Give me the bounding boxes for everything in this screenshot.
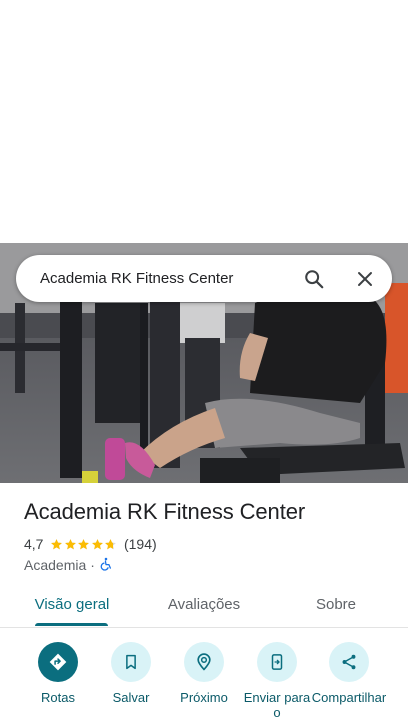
- send-to-phone-button[interactable]: Enviar para o: [239, 640, 315, 720]
- bookmark-icon: [111, 642, 151, 682]
- star-icon: [78, 538, 90, 549]
- close-icon[interactable]: [352, 266, 378, 292]
- tabs-divider: [0, 627, 408, 628]
- send-to-phone-label: Enviar para o: [243, 690, 311, 720]
- search-bar[interactable]: Academia RK Fitness Center: [16, 255, 392, 302]
- share-label: Compartilhar: [311, 690, 387, 705]
- star-icon: [65, 538, 76, 549]
- place-title: Academia RK Fitness Center: [24, 499, 306, 524]
- search-query[interactable]: Academia RK Fitness Center: [40, 255, 233, 302]
- save-label: Salvar: [112, 690, 150, 705]
- action-buttons: Rotas Salvar Próximo Enviar para o Compa…: [0, 640, 408, 726]
- share-button[interactable]: Compartilhar: [311, 640, 387, 705]
- nearby-label: Próximo: [180, 690, 228, 705]
- tab-reviews[interactable]: Avaliações: [156, 586, 252, 626]
- search-icon[interactable]: [301, 266, 327, 292]
- tab-bar: Visão geral Avaliações Sobre: [0, 586, 408, 628]
- directions-label: Rotas: [41, 690, 75, 705]
- star-icon: [51, 538, 63, 549]
- directions-icon: [38, 642, 78, 682]
- nearby-button[interactable]: Próximo: [166, 640, 242, 705]
- wheelchair-icon: [99, 557, 113, 574]
- separator: ·: [90, 557, 95, 573]
- tab-about[interactable]: Sobre: [306, 586, 366, 626]
- nearby-icon: [184, 642, 224, 682]
- share-icon: [329, 642, 369, 682]
- directions-button[interactable]: Rotas: [20, 640, 96, 705]
- star-rating: [50, 538, 118, 551]
- place-category: Academia: [24, 557, 87, 573]
- star-icon: [92, 538, 103, 549]
- star-icon: [105, 538, 117, 549]
- review-count[interactable]: (194): [124, 536, 157, 552]
- rating-row[interactable]: 4,7 (194): [24, 535, 157, 553]
- rating-value: 4,7: [24, 536, 44, 552]
- active-tab-indicator: [35, 623, 108, 626]
- tab-overview[interactable]: Visão geral: [27, 586, 117, 626]
- blank-map-area: [0, 0, 408, 243]
- save-button[interactable]: Salvar: [93, 640, 169, 705]
- category-row: Academia ·: [24, 556, 113, 574]
- send-to-phone-icon: [257, 642, 297, 682]
